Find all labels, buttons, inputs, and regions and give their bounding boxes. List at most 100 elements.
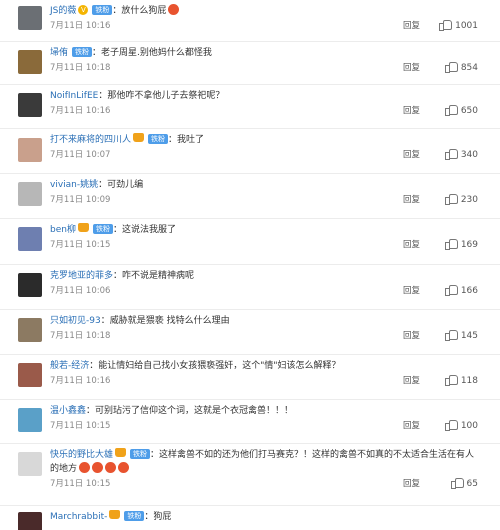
like-button[interactable]: 340	[444, 147, 478, 163]
username[interactable]: 快乐的野比大雄	[50, 450, 113, 460]
username[interactable]: 克罗地亚的菲多	[50, 271, 113, 281]
fan-badge[interactable]: 铁粉	[124, 511, 145, 521]
like-count: 145	[460, 331, 478, 341]
comment-item: 快乐的野比大雄 铁粉 ：这样禽兽不如的还为他们打马赛克？！这样的禽兽不如真的不太适合…	[0, 444, 500, 506]
reply-button[interactable]: 回复	[403, 328, 420, 344]
like-button[interactable]: 230	[444, 192, 478, 208]
like-button[interactable]: 118	[444, 373, 478, 389]
like-button[interactable]: 854	[444, 60, 478, 76]
avatar[interactable]	[18, 227, 42, 251]
avatar[interactable]	[18, 50, 42, 74]
timestamp: 7月11日 10:09	[50, 195, 111, 205]
comment-item: NoifInLifEE：那他咋不拿他儿子去祭祀呢？ 7月11日 10:16 回复…	[0, 85, 500, 129]
reply-button[interactable]: 回复	[403, 60, 420, 76]
thumbs-up-icon	[444, 148, 458, 160]
thumbs-up-icon	[444, 61, 458, 73]
comment-item: 温小鑫鑫：可别玷污了信仰这个词，这就是个衣冠禽兽！！！ 7月11日 10:15 …	[0, 400, 500, 444]
username[interactable]: 打不来麻将的四川人	[50, 135, 131, 145]
thumbs-up-icon	[444, 104, 458, 116]
reply-button[interactable]: 回复	[403, 283, 420, 299]
comment-text: ：咋不说是精神病呢	[113, 271, 195, 281]
like-button[interactable]: 1001	[439, 18, 478, 34]
reply-button[interactable]: 回复	[403, 237, 420, 253]
angry-emoji-icon	[105, 462, 117, 473]
like-button[interactable]: 100	[444, 418, 478, 434]
thumbs-up-icon	[444, 329, 458, 341]
comment-text: ：放什么狗屁	[112, 6, 167, 16]
like-count: 166	[460, 286, 478, 296]
comment-text: ：老子周星.别他妈什么都怪我	[92, 48, 212, 58]
fan-badge[interactable]: 铁粉	[72, 47, 93, 57]
comment-text: ：能让情妇给自己找小女孩猥亵强奸，这个"情"妇该怎么解释？	[89, 361, 341, 371]
avatar[interactable]	[18, 318, 42, 342]
thumbs-up-icon	[450, 477, 464, 489]
comment-item: Marchrabbit- 铁粉 ：狗屁	[0, 506, 500, 530]
like-button[interactable]: 65	[450, 476, 478, 492]
like-button[interactable]: 145	[444, 328, 478, 344]
timestamp: 7月11日 10:18	[50, 63, 111, 73]
reply-button[interactable]: 回复	[403, 418, 420, 434]
fan-badge[interactable]: 铁粉	[92, 224, 113, 234]
reply-button[interactable]: 回复	[403, 192, 420, 208]
angry-emoji-icon	[92, 462, 104, 473]
thumbs-up-icon	[444, 238, 458, 250]
timestamp: 7月11日 10:16	[50, 106, 111, 116]
username[interactable]: JS的薇	[50, 6, 76, 16]
username[interactable]: 埽侑	[50, 48, 68, 58]
reply-button[interactable]: 回复	[403, 476, 420, 492]
like-count: 118	[460, 376, 478, 386]
like-count: 169	[460, 240, 478, 250]
avatar[interactable]	[18, 138, 42, 162]
comment-text: ：这说法我服了	[112, 225, 176, 235]
username[interactable]: Marchrabbit-	[50, 512, 107, 522]
angry-emoji-icon	[118, 462, 130, 473]
member-crown-icon	[133, 133, 145, 142]
comment-item: vivian-姚姚：可劲儿编 7月11日 10:09 回复 230	[0, 174, 500, 219]
avatar[interactable]	[18, 6, 42, 30]
username[interactable]: NoifInLifEE	[50, 91, 98, 101]
fan-badge[interactable]: 铁粉	[148, 134, 169, 144]
reply-button[interactable]: 回复	[403, 103, 420, 119]
thumbs-up-icon	[444, 374, 458, 386]
comment-text: ：狗屁	[144, 512, 172, 522]
like-count: 230	[460, 195, 478, 205]
avatar[interactable]	[18, 452, 42, 476]
username[interactable]: 温小鑫鑫	[50, 406, 86, 416]
reply-button[interactable]: 回复	[403, 147, 420, 163]
thumbs-up-icon	[444, 284, 458, 296]
fan-badge[interactable]: 铁粉	[92, 5, 113, 15]
like-count: 854	[460, 63, 478, 73]
timestamp: 7月11日 10:15	[50, 479, 111, 489]
thumbs-up-icon	[444, 193, 458, 205]
timestamp: 7月11日 10:18	[50, 331, 111, 341]
reply-button[interactable]: 回复	[403, 18, 420, 34]
timestamp: 7月11日 10:07	[50, 150, 111, 160]
like-button[interactable]: 166	[444, 283, 478, 299]
avatar[interactable]	[18, 408, 42, 432]
avatar[interactable]	[18, 182, 42, 206]
username[interactable]: 只如初见-93	[50, 316, 101, 326]
username[interactable]: vivian-姚姚	[50, 180, 98, 190]
like-button[interactable]: 169	[444, 237, 478, 253]
avatar[interactable]	[18, 273, 42, 297]
member-crown-icon	[115, 448, 127, 457]
angry-emoji-icon	[79, 462, 91, 473]
username[interactable]: ben柳	[50, 225, 76, 235]
reply-button[interactable]: 回复	[403, 373, 420, 389]
fan-badge[interactable]: 铁粉	[130, 449, 151, 459]
avatar[interactable]	[18, 93, 42, 117]
like-button[interactable]: 650	[444, 103, 478, 119]
comment-text: ：可劲儿编	[98, 180, 144, 190]
comment-item: 打不来麻将的四川人 铁粉 ：我吐了 7月11日 10:07 回复 340	[0, 129, 500, 174]
avatar[interactable]	[18, 363, 42, 387]
comment-item: ben柳 铁粉 ：这说法我服了 7月11日 10:15 回复 169	[0, 219, 500, 265]
like-count: 340	[460, 150, 478, 160]
comment-item: 埽侑 铁粉 ：老子周星.别他妈什么都怪我 7月11日 10:18 回复 854	[0, 42, 500, 85]
thumbs-up-icon	[439, 19, 453, 31]
timestamp: 7月11日 10:16	[50, 21, 111, 31]
avatar[interactable]	[18, 512, 42, 530]
timestamp: 7月11日 10:15	[50, 240, 111, 250]
comment-item: 只如初见-93：威胁就是猥亵 找特么什么理由 7月11日 10:18 回复 14…	[0, 310, 500, 355]
username[interactable]: 般若-经济	[50, 361, 89, 371]
comment-text: ：威胁就是猥亵 找特么什么理由	[100, 316, 230, 326]
